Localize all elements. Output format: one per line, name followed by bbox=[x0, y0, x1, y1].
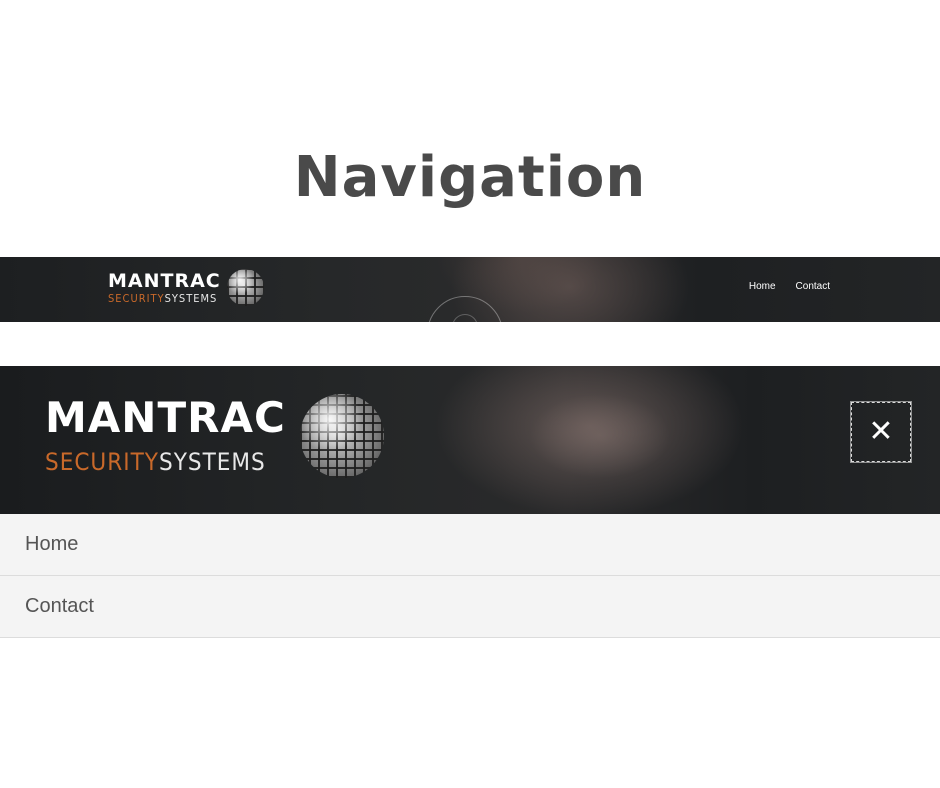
nav-link-contact[interactable]: Contact bbox=[796, 281, 830, 292]
menu-item-home[interactable]: Home bbox=[0, 514, 940, 576]
logo-main-text: MANTRAC bbox=[45, 393, 286, 442]
site-logo-desktop[interactable]: MANTRAC SECURITYSYSTEMS bbox=[108, 269, 264, 306]
globe-icon bbox=[226, 269, 264, 306]
close-icon: ✕ bbox=[868, 414, 894, 449]
mobile-menu: Home Contact bbox=[0, 514, 940, 638]
close-menu-button[interactable]: ✕ bbox=[850, 401, 912, 463]
site-logo-mobile[interactable]: MANTRAC SECURITYSYSTEMS bbox=[45, 394, 384, 478]
logo-sub-text: SECURITYSYSTEMS bbox=[108, 292, 218, 305]
page-title: Navigation bbox=[293, 145, 647, 210]
desktop-nav: Home Contact bbox=[749, 281, 830, 292]
logo-sub-text: SECURITYSYSTEMS bbox=[45, 448, 266, 476]
logo-main-text: MANTRAC bbox=[108, 270, 221, 292]
menu-item-contact[interactable]: Contact bbox=[0, 576, 940, 638]
globe-icon bbox=[299, 394, 384, 478]
nav-link-home[interactable]: Home bbox=[749, 281, 776, 292]
